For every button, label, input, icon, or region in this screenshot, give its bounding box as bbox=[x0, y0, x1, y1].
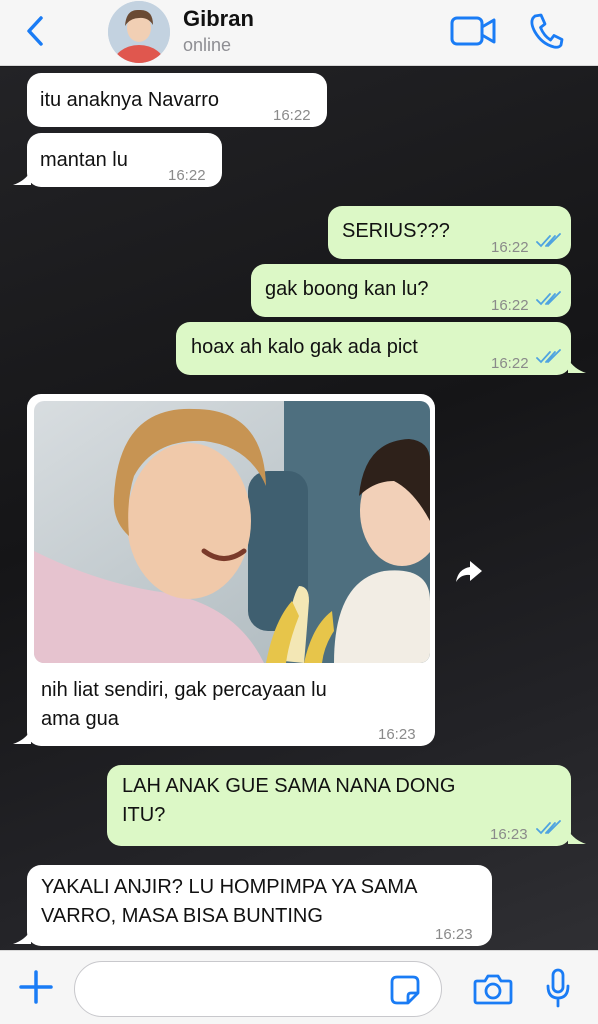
message-input-bar bbox=[0, 950, 598, 1024]
bubble-tail bbox=[13, 730, 31, 744]
message-time: 16:22 bbox=[491, 239, 529, 256]
microphone-button[interactable] bbox=[545, 968, 571, 1008]
message-time: 16:22 bbox=[491, 355, 529, 372]
voice-call-button[interactable] bbox=[528, 12, 564, 50]
chat-area[interactable]: itu anaknya Navarro 16:22 mantan lu 16:2… bbox=[0, 67, 598, 950]
message-text: mantan lu bbox=[40, 149, 128, 171]
video-call-button[interactable] bbox=[449, 14, 497, 48]
shared-photo[interactable] bbox=[34, 401, 430, 663]
outgoing-message[interactable]: LAH ANAK GUE SAMA NANA DONG ITU? 16:23 bbox=[107, 765, 571, 846]
attach-button[interactable] bbox=[18, 969, 54, 1005]
bubble-tail bbox=[13, 171, 31, 185]
message-text: VARRO, MASA BISA BUNTING bbox=[41, 905, 323, 927]
camera-button[interactable] bbox=[473, 972, 513, 1006]
outgoing-message[interactable]: hoax ah kalo gak ada pict 16:22 bbox=[176, 322, 571, 375]
read-ticks-icon bbox=[536, 820, 561, 835]
incoming-message[interactable]: YAKALI ANJIR? LU HOMPIMPA YA SAMA VARRO,… bbox=[27, 865, 492, 946]
chat-header: Gibran online bbox=[0, 0, 598, 66]
contact-avatar[interactable] bbox=[108, 1, 170, 63]
message-text: hoax ah kalo gak ada pict bbox=[191, 336, 418, 358]
incoming-message[interactable]: mantan lu 16:22 bbox=[27, 133, 222, 187]
outgoing-message[interactable]: SERIUS??? 16:22 bbox=[328, 206, 571, 259]
outgoing-message[interactable]: gak boong kan lu? 16:22 bbox=[251, 264, 571, 317]
message-time: 16:22 bbox=[491, 297, 529, 314]
incoming-image-message[interactable]: nih liat sendiri, gak percayaan lu ama g… bbox=[27, 394, 435, 746]
forward-icon bbox=[456, 561, 482, 582]
message-text: LAH ANAK GUE SAMA NANA DONG bbox=[122, 775, 456, 797]
message-time: 16:22 bbox=[168, 167, 206, 184]
message-time: 16:23 bbox=[435, 926, 473, 943]
video-camera-icon bbox=[450, 16, 496, 46]
read-ticks-icon bbox=[536, 233, 561, 248]
incoming-message[interactable]: itu anaknya Navarro 16:22 bbox=[27, 73, 327, 127]
camera-icon bbox=[473, 974, 513, 1005]
bubble-tail bbox=[568, 359, 586, 373]
message-text: SERIUS??? bbox=[342, 220, 450, 242]
bubble-tail bbox=[568, 830, 586, 844]
image-caption: ama gua bbox=[41, 708, 119, 730]
message-time: 16:22 bbox=[273, 107, 311, 124]
sticker-button[interactable] bbox=[389, 974, 421, 1006]
message-time: 16:23 bbox=[378, 726, 416, 743]
microphone-icon bbox=[546, 968, 570, 1008]
message-text: ITU? bbox=[122, 804, 166, 826]
plus-icon bbox=[19, 970, 53, 1004]
message-text: YAKALI ANJIR? LU HOMPIMPA YA SAMA bbox=[41, 876, 418, 898]
message-text: gak boong kan lu? bbox=[265, 278, 429, 300]
sticker-icon bbox=[390, 975, 420, 1005]
contact-status: online bbox=[183, 35, 232, 55]
chevron-left-icon bbox=[27, 16, 43, 46]
phone-icon bbox=[530, 13, 564, 49]
bubble-tail bbox=[13, 930, 31, 944]
contact-name[interactable]: Gibran bbox=[183, 6, 254, 32]
message-input[interactable] bbox=[74, 961, 442, 1017]
back-button[interactable] bbox=[20, 14, 50, 48]
read-ticks-icon bbox=[536, 349, 561, 364]
forward-button[interactable] bbox=[452, 557, 486, 587]
message-time: 16:23 bbox=[490, 826, 528, 843]
read-ticks-icon bbox=[536, 291, 561, 306]
message-text: itu anaknya Navarro bbox=[40, 89, 219, 111]
image-caption: nih liat sendiri, gak percayaan lu bbox=[41, 679, 327, 701]
